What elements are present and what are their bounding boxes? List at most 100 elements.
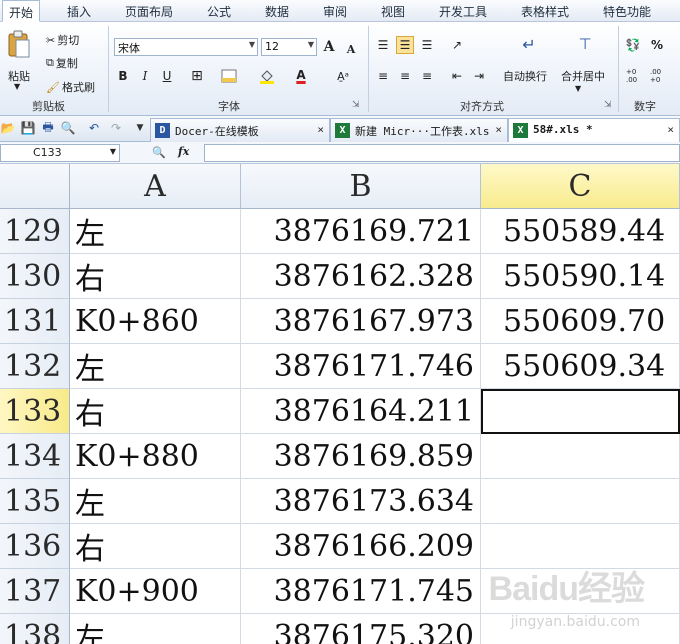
tab-view[interactable]: 视图 <box>381 3 405 20</box>
dialog-launcher-icon[interactable]: ⇲ <box>352 100 360 110</box>
open-folder-icon[interactable]: 📂 <box>0 120 16 136</box>
underline-button[interactable]: U <box>158 67 176 85</box>
cell-c[interactable] <box>481 434 680 479</box>
bold-button[interactable]: B <box>114 67 132 85</box>
increase-decimal-button[interactable]: +0 .00 <box>626 67 646 85</box>
tab-home[interactable]: 开始 <box>2 0 41 22</box>
tab-special-features[interactable]: 特色功能 <box>603 3 651 20</box>
tab-data[interactable]: 数据 <box>265 3 289 20</box>
cell-a[interactable]: 右 <box>70 524 241 569</box>
cell-b[interactable]: 3876173.634 <box>241 479 481 524</box>
align-right-icon[interactable]: ≡ <box>418 67 436 85</box>
shrink-font-icon[interactable]: A <box>342 40 360 58</box>
merge-center-button[interactable]: 合并居中 <box>561 68 605 84</box>
italic-button[interactable]: I <box>136 67 154 85</box>
cell-a[interactable]: 左 <box>70 209 241 254</box>
fill-color-icon[interactable] <box>258 67 276 85</box>
row-header[interactable]: 133 <box>0 389 70 434</box>
align-middle-icon[interactable]: ☰ <box>396 36 414 54</box>
align-bottom-icon[interactable]: ☰ <box>418 36 436 54</box>
row-header[interactable]: 131 <box>0 299 70 344</box>
cell-c[interactable] <box>481 479 680 524</box>
column-header-c[interactable]: C <box>481 164 680 209</box>
close-icon[interactable]: × <box>667 123 674 136</box>
cell-b[interactable]: 3876164.211 <box>241 389 481 434</box>
select-all-corner[interactable] <box>0 164 70 209</box>
column-header-a[interactable]: A <box>70 164 241 209</box>
cell-a[interactable]: K0+900 <box>70 569 241 614</box>
increase-indent-icon[interactable]: ⇥ <box>470 67 488 85</box>
cell-a[interactable]: 右 <box>70 389 241 434</box>
cell-c[interactable]: 550590.14 <box>481 254 680 299</box>
formula-input[interactable] <box>204 144 680 162</box>
row-header[interactable]: 137 <box>0 569 70 614</box>
cell-c[interactable]: 550609.70 <box>481 299 680 344</box>
borders-icon[interactable]: ⊞ <box>188 67 206 85</box>
cell-a[interactable]: 左 <box>70 614 241 644</box>
row-header[interactable]: 129 <box>0 209 70 254</box>
tab-review[interactable]: 审阅 <box>323 3 347 20</box>
tab-insert[interactable]: 插入 <box>67 3 91 20</box>
wrap-text-button[interactable]: 自动换行 <box>503 68 547 84</box>
cell-a[interactable]: K0+880 <box>70 434 241 479</box>
format-painter-button[interactable]: 🖌 格式刷 <box>46 79 95 95</box>
orientation-icon[interactable]: ↗ <box>448 36 466 54</box>
row-header[interactable]: 130 <box>0 254 70 299</box>
cell-a[interactable]: K0+860 <box>70 299 241 344</box>
zoom-search-icon[interactable]: 🔍 <box>152 146 166 159</box>
column-header-b[interactable]: B <box>241 164 481 209</box>
paste-dropdown-icon[interactable]: ▼ <box>14 82 20 91</box>
close-icon[interactable]: × <box>317 123 324 136</box>
font-size-select[interactable]: 12 ▼ <box>261 38 317 56</box>
cell-a[interactable]: 左 <box>70 344 241 389</box>
align-top-icon[interactable]: ☰ <box>374 36 392 54</box>
cell-b[interactable]: 3876175.320 <box>241 614 481 644</box>
cell-a[interactable]: 左 <box>70 479 241 524</box>
doc-tab-docer[interactable]: D Docer-在线模板 × <box>150 118 330 142</box>
cell-b[interactable]: 3876169.721 <box>241 209 481 254</box>
undo-icon[interactable]: ↶ <box>86 120 102 136</box>
font-name-select[interactable]: 宋体 ▼ <box>114 38 258 56</box>
cell-b[interactable]: 3876169.859 <box>241 434 481 479</box>
name-box[interactable]: C133 ▼ <box>0 144 120 162</box>
row-header[interactable]: 132 <box>0 344 70 389</box>
currency-icon[interactable]: 💱 <box>624 36 642 54</box>
tab-developer[interactable]: 开发工具 <box>439 3 487 20</box>
grow-font-icon[interactable]: A <box>320 38 338 56</box>
align-left-icon[interactable]: ≡ <box>374 67 392 85</box>
percent-button[interactable]: % <box>648 36 666 54</box>
font-color-icon[interactable]: A <box>292 66 310 84</box>
phonetic-icon[interactable]: A̱ᵃ <box>334 67 352 85</box>
copy-button[interactable]: ⧉ 复制 <box>46 55 78 71</box>
redo-icon[interactable]: ↷ <box>108 120 124 136</box>
print-icon[interactable]: 🖶 <box>40 120 56 136</box>
chevron-down-icon[interactable]: ▼ <box>575 84 581 93</box>
decrease-decimal-button[interactable]: .00 +0 <box>650 67 670 85</box>
row-header[interactable]: 135 <box>0 479 70 524</box>
cell-a[interactable]: 右 <box>70 254 241 299</box>
cell-c[interactable]: 550609.34 <box>481 344 680 389</box>
cell-b[interactable]: 3876171.746 <box>241 344 481 389</box>
dialog-launcher-icon[interactable]: ⇲ <box>604 100 612 110</box>
cell-b[interactable]: 3876171.745 <box>241 569 481 614</box>
cell-c[interactable]: 550589.44 <box>481 209 680 254</box>
cell-b[interactable]: 3876162.328 <box>241 254 481 299</box>
save-icon[interactable]: 💾 <box>20 120 36 136</box>
tab-page-layout[interactable]: 页面布局 <box>125 3 173 20</box>
customize-toolbar-icon[interactable]: ▼ <box>132 120 148 136</box>
cell-style-icon[interactable] <box>220 67 238 85</box>
doc-tab-new-workbook[interactable]: X 新建 Micr···工作表.xls × <box>330 118 508 142</box>
fx-button[interactable]: fx <box>178 145 189 158</box>
row-header[interactable]: 134 <box>0 434 70 479</box>
doc-tab-58-xls[interactable]: X 58#.xls * × <box>508 118 680 142</box>
active-cell-c133[interactable] <box>481 389 680 434</box>
cell-b[interactable]: 3876167.973 <box>241 299 481 344</box>
decrease-indent-icon[interactable]: ⇤ <box>448 67 466 85</box>
tab-table-style[interactable]: 表格样式 <box>521 3 569 20</box>
row-header[interactable]: 138 <box>0 614 70 644</box>
tab-formulas[interactable]: 公式 <box>207 3 231 20</box>
close-icon[interactable]: × <box>495 123 502 136</box>
print-preview-icon[interactable]: 🔍 <box>60 120 76 136</box>
cut-button[interactable]: ✂ 剪切 <box>46 32 79 48</box>
align-center-icon[interactable]: ≡ <box>396 67 414 85</box>
